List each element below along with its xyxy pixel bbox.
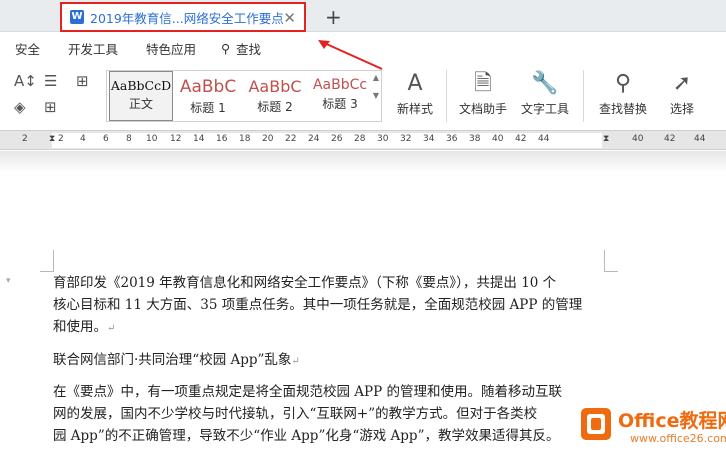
- text-line: 园 App”的不正确管理，导致不少“作业 App”化身“游戏 App”，教学效果…: [53, 428, 560, 444]
- ruler-tick: 44: [694, 134, 706, 144]
- writer-doc-icon: W: [70, 10, 84, 24]
- ruler-tick: 42: [664, 134, 676, 144]
- ribbon: A↕ ☰ ⊞ ◈ ⊞ AaBbCcD 正文 AaBbC 标题 1 AaBbC 标…: [0, 64, 726, 130]
- ruler-tick: 10: [146, 134, 158, 144]
- ruler-tick: 12: [170, 134, 182, 144]
- cursor-icon: ➚: [672, 71, 692, 96]
- text-line: 网的发展，国内不少学校与时代接轨，引入“互联网+”的教学方式。但对于各类校: [53, 406, 538, 422]
- style-heading-2[interactable]: AaBbC 标题 2: [243, 71, 307, 121]
- ruler-tick: 38: [469, 134, 481, 144]
- gallery-scroll-down-icon[interactable]: ▼: [373, 91, 379, 100]
- gallery-scroll-up-icon[interactable]: ▲: [373, 73, 379, 82]
- style-heading-3[interactable]: AaBbCc 标题 3: [307, 71, 373, 121]
- ruler-tick: 2: [58, 134, 64, 144]
- menu-dev-tools[interactable]: 开发工具: [68, 39, 118, 58]
- table-icon[interactable]: ⊞: [76, 72, 89, 90]
- sort-icon[interactable]: A↕: [14, 72, 37, 90]
- menu-find[interactable]: 查找: [236, 39, 261, 58]
- menu-security[interactable]: 安全: [15, 39, 40, 58]
- text-line: 在《要点》中，有一项重点规定是将全面规范校园 APP 的管理和使用。随着移动互联: [53, 384, 562, 400]
- right-indent-marker[interactable]: ⧗: [603, 134, 609, 144]
- style-heading-1[interactable]: AaBbC 标题 1: [175, 71, 241, 121]
- paragraph-2[interactable]: 联合网信部门·共同治理“校园 App”乱象↵: [53, 349, 608, 373]
- paragraph-1[interactable]: 育部印发《2019 年教育信息化和网络安全工作要点》（下称《要点》），共提出 1…: [53, 272, 608, 340]
- separator: [446, 70, 447, 122]
- text-tools-button[interactable]: 🔧 文字工具: [515, 68, 575, 117]
- new-tab-button[interactable]: +: [325, 5, 342, 29]
- office-logo-icon: [581, 408, 611, 440]
- crop-mark: [40, 250, 54, 272]
- ruler-tick: 14: [193, 134, 205, 144]
- ruler-tick: 22: [285, 134, 297, 144]
- crop-mark: [604, 250, 618, 272]
- indent-marker[interactable]: ⧗: [49, 134, 55, 144]
- ruler-tick: 42: [515, 134, 527, 144]
- new-style-button[interactable]: A 新样式: [390, 68, 440, 117]
- new-style-icon: A: [407, 71, 423, 96]
- ruler-tick: 36: [446, 134, 458, 144]
- borders-icon[interactable]: ⊞: [44, 98, 57, 116]
- select-button[interactable]: ➚ 选择: [660, 68, 704, 117]
- fill-color-icon[interactable]: ◈: [14, 98, 26, 116]
- watermark-url: www.office26.com: [630, 432, 726, 445]
- ruler-tick: 18: [239, 134, 251, 144]
- style-gallery: AaBbCcD 正文 AaBbC 标题 1 AaBbC 标题 2 AaBbCc …: [106, 70, 382, 122]
- style-normal[interactable]: AaBbCcD 正文: [109, 71, 173, 121]
- text-line: 联合网信部门·共同治理“校园 App”乱象: [53, 352, 292, 368]
- ruler-tick: 28: [354, 134, 366, 144]
- ruler-tick: 8: [126, 134, 132, 144]
- line-spacing-icon[interactable]: ☰: [44, 72, 57, 90]
- doc-assistant-button[interactable]: 🗎 文档助手: [455, 68, 511, 117]
- wrench-icon: 🔧: [531, 71, 559, 96]
- ruler-tick: 34: [423, 134, 435, 144]
- ruler-tick: 32: [400, 134, 412, 144]
- magnifier-icon: ⚲: [614, 71, 632, 96]
- page-top-shadow: [0, 151, 726, 173]
- tab-bar: W 2019年教育信...网络安全工作要点 ✕ +: [0, 0, 726, 32]
- watermark-title: Office教程网: [618, 410, 726, 432]
- ruler-tick: 6: [103, 134, 109, 144]
- find-replace-button[interactable]: ⚲ 查找替换: [592, 68, 654, 117]
- text-line: 核心目标和 11 大方面、35 项重点任务。其中一项任务就是，全面规范校园 AP…: [53, 297, 583, 313]
- ruler-tick: 44: [538, 134, 550, 144]
- ruler-tick: 16: [216, 134, 228, 144]
- paragraph-3[interactable]: 在《要点》中，有一项重点规定是将全面规范校园 APP 的管理和使用。随着移动互联…: [53, 381, 608, 447]
- paragraph-handle-icon[interactable]: ▾: [6, 276, 11, 286]
- separator: [583, 70, 584, 122]
- ruler-tick: 40: [492, 134, 504, 144]
- menu-special-apps[interactable]: 特色应用: [146, 39, 196, 58]
- close-tab-icon[interactable]: ✕: [283, 9, 296, 27]
- paragraph-mark-icon: ↵: [107, 323, 116, 334]
- ruler-tick: 2: [22, 134, 28, 144]
- text-line: 育部印发《2019 年教育信息化和网络安全工作要点》（下称《要点》），共提出 1…: [53, 275, 557, 291]
- text-line: 和使用。: [53, 319, 107, 335]
- ruler-tick: 30: [377, 134, 389, 144]
- doc-assistant-icon: 🗎: [474, 71, 492, 96]
- watermark: Office教程网 www.office26.com: [578, 404, 726, 454]
- search-icon[interactable]: ⚲: [221, 41, 230, 56]
- document-tab[interactable]: W 2019年教育信...网络安全工作要点 ✕: [60, 2, 306, 32]
- ruler-tick: 40: [632, 134, 644, 144]
- horizontal-ruler[interactable]: 2 ⧗ 2 4 6 8 10 12 14 16 18 20 22 24 26 2…: [0, 130, 726, 150]
- ruler-tick: 20: [262, 134, 274, 144]
- ruler-tick: 24: [308, 134, 320, 144]
- document-tab-title: 2019年教育信...网络安全工作要点: [90, 10, 284, 26]
- ruler-tick: 26: [331, 134, 343, 144]
- ruler-tick: 4: [80, 134, 86, 144]
- paragraph-mark-icon: ↵: [291, 356, 300, 367]
- menu-row: 安全 开发工具 特色应用 ⚲ 查找: [0, 34, 726, 62]
